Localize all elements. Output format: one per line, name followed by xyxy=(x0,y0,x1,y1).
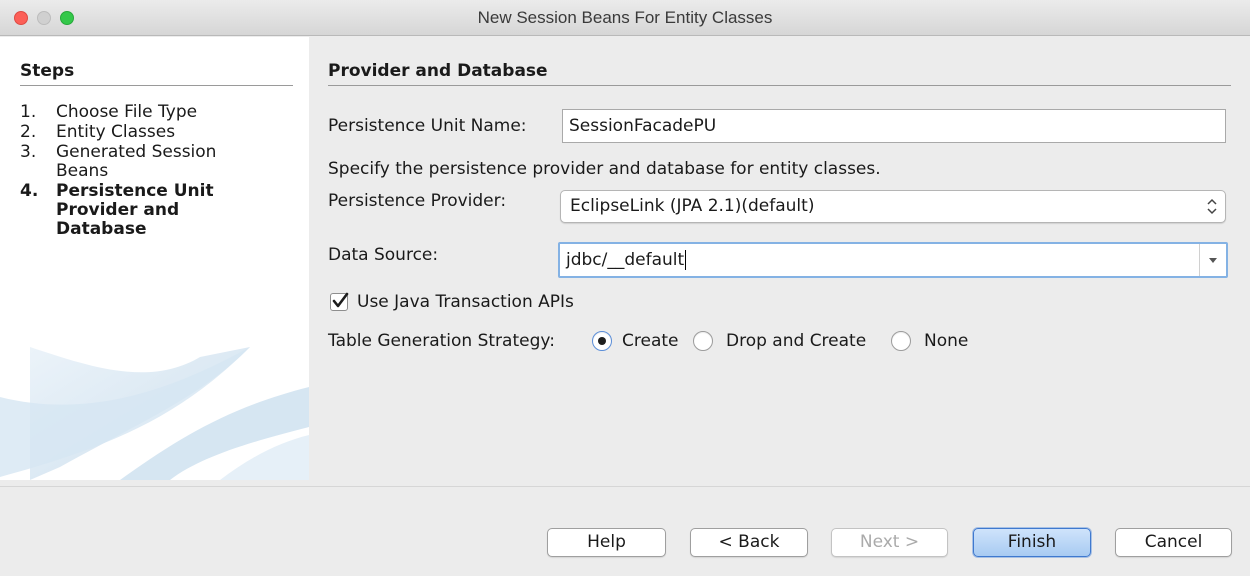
datasource-combobox[interactable]: jdbc/__default xyxy=(558,242,1228,278)
jta-label: Use Java Transaction APIs xyxy=(357,292,574,312)
section-heading: Provider and Database xyxy=(328,61,1231,86)
datasource-dropdown-button[interactable] xyxy=(1199,244,1226,276)
chevron-down-icon xyxy=(1209,257,1217,263)
step-number: 2. xyxy=(20,122,37,142)
step-label: Choose File Type xyxy=(56,102,198,122)
jta-checkbox[interactable] xyxy=(330,292,349,311)
strategy-create-radio[interactable] xyxy=(592,331,612,351)
next-button[interactable]: Next > xyxy=(831,528,948,557)
select-arrows-icon xyxy=(1207,198,1217,215)
step-label: Persistence Unit Provider and Database xyxy=(56,181,214,239)
title-bar: New Session Beans For Entity Classes xyxy=(0,0,1250,36)
cancel-button[interactable]: Cancel xyxy=(1115,528,1232,557)
strategy-label: Table Generation Strategy: xyxy=(328,331,555,351)
unit-name-input[interactable]: SessionFacadePU xyxy=(562,109,1226,143)
step-item-persistence-unit: 4. Persistence Unit Provider and Databas… xyxy=(20,182,300,239)
step-number: 4. xyxy=(20,181,39,201)
step-number: 3. xyxy=(20,142,37,162)
provider-select-value: EclipseLink (JPA 2.1)(default) xyxy=(570,196,815,216)
finish-button[interactable]: Finish xyxy=(973,528,1091,557)
checkmark-icon xyxy=(332,292,349,308)
datasource-value: jdbc/__default xyxy=(566,250,685,270)
footer-divider xyxy=(0,486,1250,487)
strategy-none-radio[interactable] xyxy=(891,331,911,351)
text-caret xyxy=(685,250,687,270)
strategy-none-label: None xyxy=(924,331,969,351)
unit-name-label: Persistence Unit Name: xyxy=(328,116,527,136)
instruction-text: Specify the persistence provider and dat… xyxy=(328,159,881,179)
step-label: Entity Classes xyxy=(56,122,176,142)
strategy-create-label: Create xyxy=(622,331,679,351)
strategy-drop-create-radio[interactable] xyxy=(693,331,713,351)
steps-heading: Steps xyxy=(20,61,293,86)
strategy-drop-create-label: Drop and Create xyxy=(726,331,867,351)
steps-panel: Steps 1. Choose File Type 2. Entity Clas… xyxy=(0,37,309,480)
step-label: Generated Session Beans xyxy=(56,142,217,181)
window-title: New Session Beans For Entity Classes xyxy=(477,8,773,27)
datasource-label: Data Source: xyxy=(328,245,439,265)
back-button[interactable]: < Back xyxy=(690,528,808,557)
step-item-generated-session-beans: 3. Generated Session Beans xyxy=(20,143,300,181)
provider-select[interactable]: EclipseLink (JPA 2.1)(default) xyxy=(560,190,1226,223)
steps-list: 1. Choose File Type 2. Entity Classes 3.… xyxy=(20,103,300,240)
step-item-choose-file-type: 1. Choose File Type xyxy=(20,103,300,122)
help-button[interactable]: Help xyxy=(547,528,666,557)
provider-label: Persistence Provider: xyxy=(328,191,507,211)
step-item-entity-classes: 2. Entity Classes xyxy=(20,123,300,142)
step-number: 1. xyxy=(20,102,37,122)
wizard-swoosh-graphic xyxy=(0,347,309,480)
